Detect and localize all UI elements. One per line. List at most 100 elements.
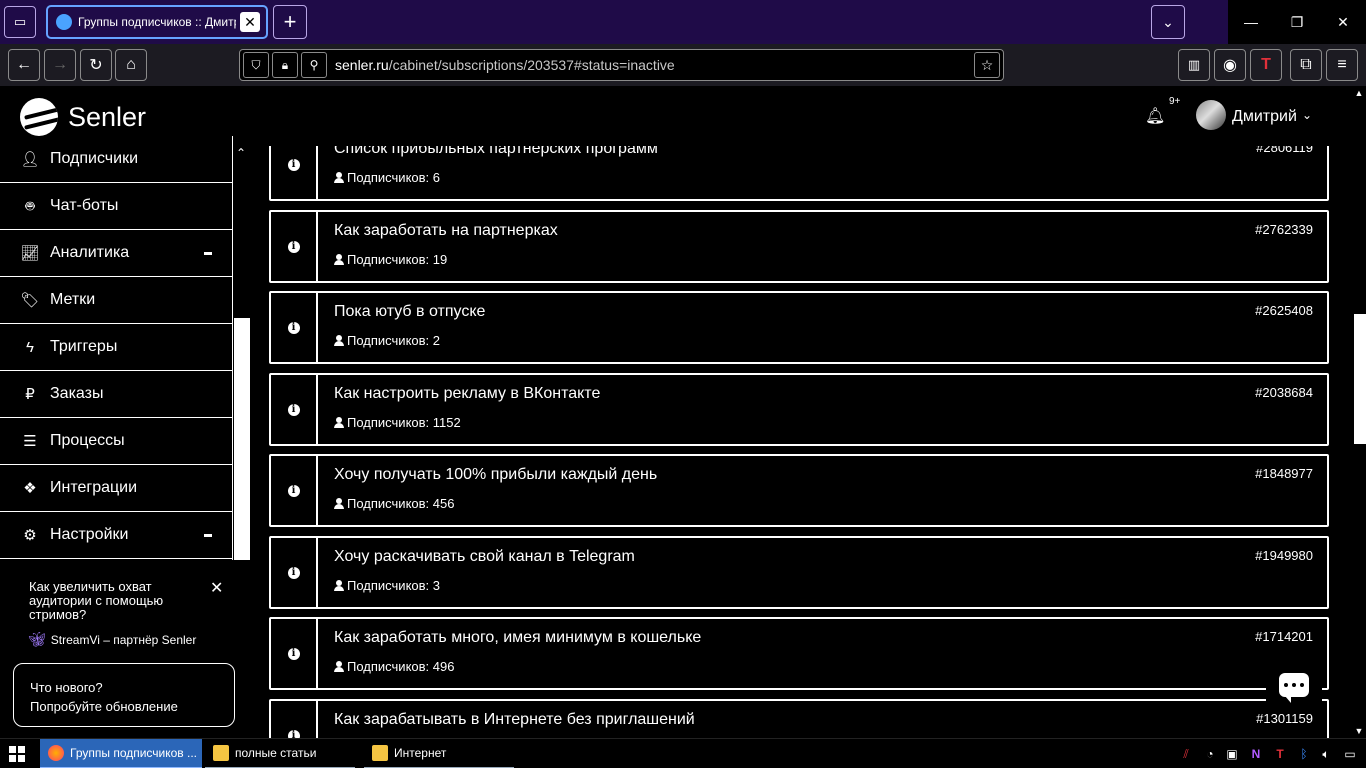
lock-icon[interactable]: 🔒︎ (272, 52, 298, 78)
sidebar-item-3[interactable]: 🏷︎ Метки (0, 277, 232, 324)
group-name[interactable]: Как заработать на партнерках (334, 222, 558, 240)
cogs-icon: ⚙︎ (23, 527, 37, 544)
group-name[interactable]: Как заработать много, имея минимум в кош… (334, 629, 701, 647)
display-icon[interactable]: ▣ (1222, 744, 1242, 764)
extensions-button[interactable]: ⧉ (1290, 49, 1322, 81)
forward-button[interactable]: → (44, 49, 76, 81)
taskbar-item-firefox[interactable]: Группы подписчиков ... (40, 739, 202, 768)
tab-close-icon[interactable]: ✕ (240, 12, 260, 32)
info-icon: i (287, 403, 300, 416)
minimize-button[interactable]: — (1228, 0, 1274, 44)
group-card[interactable]: i Список прибыльных партнерских программ П… (269, 146, 1329, 201)
sidebar-item-1[interactable]: 🤖︎ Чат-боты (0, 183, 232, 230)
chat-button[interactable] (1266, 660, 1322, 710)
username[interactable]: Дмитрий (1232, 108, 1297, 126)
group-card[interactable]: i Как заработать на партнерках Подписчиков… (269, 210, 1329, 283)
bluetooth-icon[interactable]: ᛒ (1294, 744, 1314, 764)
bolt-icon: ϟ︎ (26, 338, 34, 356)
sidebar-item-5[interactable]: ₽︎ Заказы (0, 371, 232, 418)
sidebar-item-label: Метки (50, 291, 96, 308)
sidebar-item-2[interactable]: 📈︎ Аналитика (0, 230, 232, 277)
promo-banner[interactable]: Как увеличить охват аудитории с помощью … (12, 570, 234, 656)
browser-tab-active[interactable]: Группы подписчиков :: Дмитр ✕ (46, 5, 268, 39)
scroll-down-icon[interactable]: ▼ (1352, 726, 1366, 736)
sidebar-toggle-button[interactable]: ▥ (1178, 49, 1210, 81)
sidebar-item-7[interactable]: ❖︎ Интеграции (0, 465, 232, 512)
group-card[interactable]: i Как заработать много, имея минимум в ко… (269, 617, 1329, 690)
reload-icon: ↻ (89, 57, 103, 74)
notification-center-icon[interactable]: ▭ (1340, 744, 1360, 764)
page-scrollbar[interactable]: ▲ ▼ (1352, 86, 1366, 738)
app-n-icon[interactable]: N (1246, 744, 1266, 764)
group-name[interactable]: Хочу получать 100% прибыли каждый день (334, 466, 657, 484)
group-card[interactable]: i Как настроить рекламу в ВКонтакте Подпис… (269, 373, 1329, 446)
plus-icon: + (283, 9, 297, 34)
senler-logo[interactable]: Senler (20, 98, 146, 136)
chevron-up-icon[interactable]: ⌃ (233, 146, 249, 162)
group-name[interactable]: Как зарабатывать в Интернете без приглаш… (334, 711, 695, 729)
app-t-icon[interactable]: T (1270, 744, 1290, 764)
home-button[interactable]: ⌂ (115, 49, 147, 81)
sidebar-item-6[interactable]: ☰︎ Процессы (0, 418, 232, 465)
address-bar[interactable]: ⛉ 🔒︎ ⚲ senler.ru/cabinet/subscriptions/2… (239, 49, 1004, 81)
group-id: #1714201 (1255, 629, 1313, 644)
whats-new-panel[interactable]: Что нового? Попробуйте обновление (13, 663, 235, 727)
reload-button[interactable]: ↻ (80, 49, 112, 81)
wifi-icon[interactable]: ◔ (1200, 744, 1220, 764)
sidebar-item-8[interactable]: ⚙︎ Настройки (0, 512, 232, 559)
info-button[interactable]: i (271, 293, 318, 362)
group-card[interactable]: i Пока ютуб в отпуске Подписчиков: 2 #26254… (269, 291, 1329, 364)
chevron-down-icon[interactable]: ⌄ (1302, 108, 1312, 122)
account-button[interactable]: ◉ (1214, 49, 1246, 81)
whats-new-link[interactable]: Попробуйте обновление (30, 699, 178, 714)
group-id: #2038684 (1255, 385, 1313, 400)
info-button[interactable]: i (271, 456, 318, 525)
sidebar-scrollbar[interactable] (234, 318, 250, 560)
group-card[interactable]: i Хочу раскачивать свой канал в Telegram П… (269, 536, 1329, 609)
sidebar-item-0[interactable]: 👤︎ Подписчики (0, 136, 232, 183)
url-text[interactable]: senler.ru/cabinet/subscriptions/203537#s… (335, 57, 675, 73)
new-tab-button[interactable]: + (273, 5, 307, 39)
shield-icon[interactable]: ⛉ (243, 52, 269, 78)
info-button[interactable]: i (271, 701, 318, 738)
avatar[interactable] (1196, 100, 1226, 130)
volume-icon[interactable]: 🔈︎ (1316, 744, 1336, 764)
scrollbar-thumb[interactable] (1354, 314, 1366, 444)
group-name[interactable]: Список прибыльных партнерских программ (334, 146, 658, 158)
taskbar-item-folder-articles[interactable]: полные статьи (205, 739, 355, 768)
group-name[interactable]: Хочу раскачивать свой канал в Telegram (334, 548, 635, 566)
info-button[interactable]: i (271, 538, 318, 607)
extension-button[interactable]: T (1250, 49, 1282, 81)
subscribers-count: Подписчиков: 3 (347, 578, 440, 593)
collapse-minus-icon[interactable] (204, 252, 212, 255)
info-icon: i (287, 321, 300, 334)
info-button[interactable]: i (271, 375, 318, 444)
bookmark-star-icon[interactable]: ☆ (974, 52, 1000, 78)
firefox-view-button[interactable]: ▭ (4, 6, 36, 38)
close-icon[interactable]: ✕ (210, 578, 223, 598)
group-card[interactable]: i Хочу получать 100% прибыли каждый день П… (269, 454, 1329, 527)
group-subscribers: Подписчиков: 1152 (334, 415, 461, 430)
menu-button[interactable]: ≡ (1326, 49, 1358, 81)
group-card[interactable]: i Как зарабатывать в Интернете без пригла… (269, 699, 1329, 738)
group-name[interactable]: Пока ютуб в отпуске (334, 303, 485, 321)
back-button[interactable]: ← (8, 49, 40, 81)
scroll-up-icon[interactable]: ▲ (1352, 88, 1366, 98)
info-icon: i (287, 566, 300, 579)
info-button[interactable]: i (271, 146, 318, 199)
close-window-button[interactable]: ✕ (1320, 0, 1366, 44)
permissions-icon[interactable]: ⚲ (301, 52, 327, 78)
collapse-minus-icon[interactable] (204, 534, 212, 537)
taskbar-label: Группы подписчиков ... (70, 746, 198, 760)
group-name[interactable]: Как настроить рекламу в ВКонтакте (334, 385, 600, 403)
sidebar-item-4[interactable]: ϟ︎ Триггеры (0, 324, 232, 371)
info-button[interactable]: i (271, 212, 318, 281)
restore-button[interactable]: ❐ (1274, 0, 1320, 44)
list-all-tabs-button[interactable]: ⌄ (1151, 5, 1185, 39)
windows-start-icon[interactable] (9, 746, 25, 762)
folder-icon (213, 745, 229, 761)
bell-icon[interactable]: 🔔︎ (1145, 106, 1165, 126)
info-button[interactable]: i (271, 619, 318, 688)
app-tray-icon[interactable]: ⫽ (1176, 744, 1196, 764)
taskbar-item-folder-internet[interactable]: Интернет (364, 739, 514, 768)
